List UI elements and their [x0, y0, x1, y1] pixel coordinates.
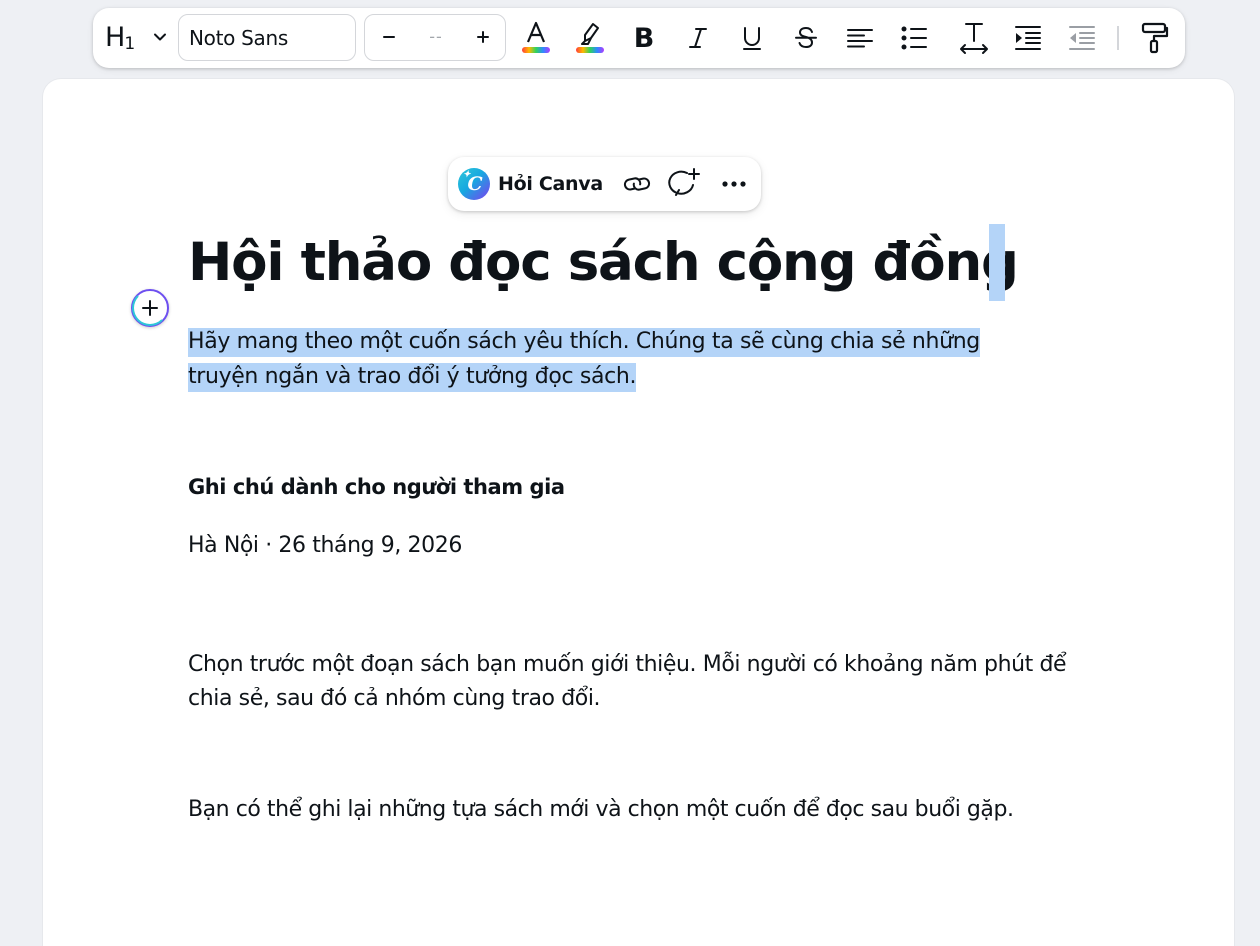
canva-logo-icon: ✦ C	[458, 168, 490, 200]
add-comment-button[interactable]	[668, 167, 702, 201]
text-color-button[interactable]	[518, 20, 554, 56]
italic-button[interactable]	[680, 20, 716, 56]
instructions-paragraph[interactable]: Chọn trước một đoạn sách bạn muốn giới t…	[188, 648, 1068, 715]
indent-decrease-icon	[1069, 26, 1095, 50]
bold-button[interactable]: B	[626, 20, 662, 56]
more-icon	[722, 181, 746, 187]
letter-spacing-icon	[960, 23, 988, 54]
heading-level-label: H1	[105, 22, 135, 54]
indent-decrease-button[interactable]	[1064, 20, 1100, 56]
indent-increase-icon	[1015, 26, 1041, 50]
font-size-stepper: --	[364, 14, 506, 61]
subtitle-line-2: truyện ngắn và trao đổi ý tưởng đọc sách…	[188, 362, 637, 392]
selected-subtitle-paragraph[interactable]: Hãy mang theo một cuốn sách yêu thích. C…	[188, 325, 1048, 394]
letter-spacing-button[interactable]	[956, 20, 992, 56]
decrease-font-size-button[interactable]	[373, 21, 405, 53]
chevron-down-icon	[154, 33, 166, 41]
highlight-color-button[interactable]	[572, 20, 608, 56]
format-painter-icon	[1141, 22, 1169, 54]
font-family-label: Noto Sans	[189, 25, 288, 50]
toolbar-divider	[1117, 26, 1119, 50]
text-color-icon	[522, 21, 550, 53]
align-left-icon	[847, 29, 873, 48]
font-family-select[interactable]: Noto Sans	[178, 14, 356, 61]
underline-button[interactable]	[734, 20, 770, 56]
subtitle-line-1: Hãy mang theo một cuốn sách yêu thích. C…	[188, 328, 980, 357]
text-cursor-selection	[989, 224, 1005, 301]
plus-icon	[142, 300, 158, 316]
font-size-input[interactable]: --	[415, 27, 457, 46]
ask-canva-button[interactable]: ✦ C Hỏi Canva	[458, 167, 604, 201]
underline-icon	[743, 27, 761, 50]
align-left-button[interactable]	[842, 20, 878, 56]
increase-font-size-button[interactable]	[467, 21, 499, 53]
add-block-button[interactable]	[131, 289, 169, 327]
place-date-line[interactable]: Hà Nội · 26 tháng 9, 2026	[188, 533, 462, 558]
indent-increase-button[interactable]	[1010, 20, 1046, 56]
highlight-icon	[576, 23, 604, 53]
italic-icon	[689, 28, 707, 48]
participant-notes-heading[interactable]: Ghi chú dành cho người tham gia	[188, 475, 565, 499]
format-painter-button[interactable]	[1136, 20, 1172, 56]
strikethrough-icon	[795, 26, 817, 49]
heading-level-select[interactable]: H1	[103, 20, 171, 56]
strikethrough-button[interactable]	[788, 20, 824, 56]
closing-paragraph[interactable]: Bạn có thể ghi lại những tựa sách mới và…	[188, 797, 1014, 822]
more-options-button[interactable]	[717, 167, 751, 201]
document-title[interactable]: Hội thảo đọc sách cộng đồng	[188, 224, 1019, 302]
bold-icon: B	[633, 22, 655, 54]
text-formatting-toolbar: H1 Noto Sans -- B	[93, 8, 1185, 68]
floating-context-bar: ✦ C Hỏi Canva	[448, 157, 761, 211]
link-icon	[623, 177, 651, 191]
link-button[interactable]	[620, 167, 654, 201]
ask-canva-label: Hỏi Canva	[498, 173, 603, 195]
add-comment-icon	[668, 168, 700, 196]
bulleted-list-icon	[901, 26, 927, 50]
minus-icon	[383, 36, 395, 38]
plus-icon	[477, 31, 489, 43]
bulleted-list-button[interactable]	[896, 20, 932, 56]
